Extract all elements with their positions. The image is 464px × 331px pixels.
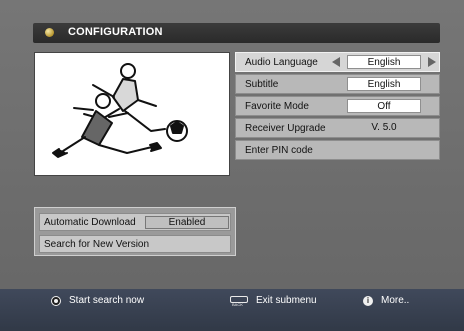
title-bar: CONFIGURATION [33,23,440,43]
left-arrow-icon[interactable] [332,57,340,67]
menu-row-audio-language[interactable]: Audio Language English [235,52,440,72]
menu-label-enter-pin-code: Enter PIN code [245,145,313,156]
receiver-upgrade-value: V. 5.0 [371,122,397,133]
right-arrow-icon[interactable] [428,57,436,67]
configuration-menu: Audio Language English Subtitle English … [235,52,440,162]
exit-submenu-hint[interactable]: Exit submenu [230,295,317,307]
menu-label-audio-language: Audio Language [245,57,318,68]
menu-row-subtitle[interactable]: Subtitle English [235,74,440,94]
menu-row-receiver-upgrade[interactable]: Receiver Upgrade V. 5.0 [235,118,440,138]
page-title: CONFIGURATION [68,26,163,38]
automatic-download-value: Enabled [145,216,229,229]
menu-row-favorite-mode[interactable]: Favorite Mode Off [235,96,440,116]
exit-submenu-label: Exit submenu [256,295,317,306]
soccer-illustration [35,53,229,175]
menu-row-enter-pin-code[interactable]: Enter PIN code [235,140,440,160]
subtitle-value: English [347,77,421,91]
menu-label-receiver-upgrade: Receiver Upgrade [245,123,326,134]
record-icon [51,295,61,306]
disc-icon [45,28,54,37]
info-icon: i [363,295,373,306]
search-new-version-row[interactable]: Search for New Version [39,235,231,253]
menu-label-subtitle: Subtitle [245,79,279,90]
more-label: More.. [381,295,410,306]
back-icon [230,295,248,307]
search-new-version-label: Search for New Version [44,239,150,250]
start-search-label: Start search now [69,295,145,306]
favorite-mode-value: Off [347,99,421,113]
footer-bar: Start search now Exit submenu i More.. [0,289,464,331]
audio-language-value: English [347,55,421,69]
firmware-panel: Automatic Download Enabled Search for Ne… [34,207,236,256]
menu-label-favorite-mode: Favorite Mode [245,101,309,112]
configuration-screen: CONFIGURATION Audio Language English Sub… [0,0,464,331]
start-search-hint[interactable]: Start search now [51,295,144,306]
automatic-download-label: Automatic Download [44,217,136,228]
preview-image [34,52,230,176]
automatic-download-row[interactable]: Automatic Download Enabled [39,213,231,231]
more-hint[interactable]: i More.. [363,295,409,306]
